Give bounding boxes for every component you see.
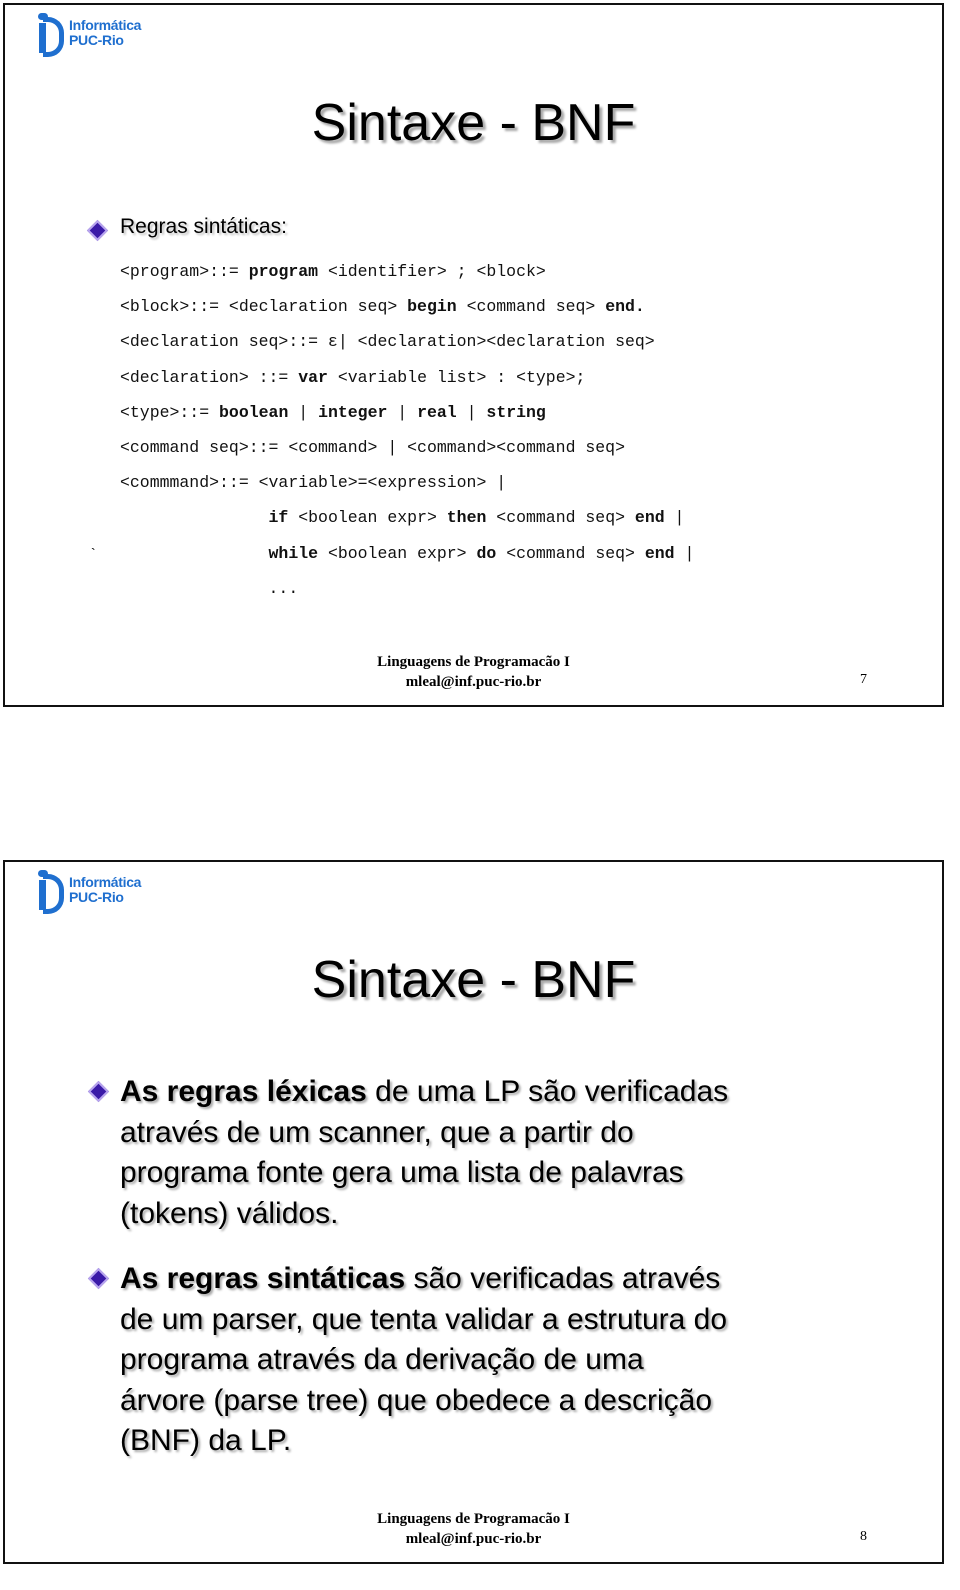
bnf-rule-line: <type>::= boolean | integer | real | str… <box>120 403 546 422</box>
text-segment: <block>::= <declaration seq> <box>120 297 408 317</box>
footer-course: Linguagens de Programacão I <box>377 654 570 670</box>
keyword: do <box>476 543 497 563</box>
text-segment: | <box>288 402 319 422</box>
keyword: string <box>486 402 546 422</box>
footer-email: mleal@inf.puc-rio.br <box>405 674 542 690</box>
text-segment: | <box>664 508 685 528</box>
keyword: if <box>268 508 289 528</box>
bnf-rule-line: <commmand>::= <variable>=<expression> | <box>120 473 506 492</box>
keyword: program <box>248 262 319 281</box>
text-segment: de uma LP são verificadas <box>366 1075 729 1108</box>
logo-line-2: PUC-Rio <box>69 889 124 905</box>
puc-rio-logo-icon <box>37 868 64 914</box>
paragraph-line: As regras léxicas de uma LP são verifica… <box>120 1072 728 1113</box>
text-segment: <type>::= <box>120 402 220 422</box>
keyword: end. <box>605 297 645 317</box>
diamond-bullet-icon <box>87 1080 110 1103</box>
text-segment: <declaration> ::= <box>120 367 299 387</box>
bnf-rule-line: ... <box>120 578 299 598</box>
keyword: real <box>417 402 457 422</box>
text-segment: de um parser, que tenta validar a estrut… <box>120 1302 728 1336</box>
bnf-rule-line: <declaration> ::= var <variable list> : … <box>120 368 585 387</box>
footer: Linguagens de Programacão I mleal@inf.pu… <box>5 652 942 692</box>
subtitle: Regras sintáticas: <box>120 215 287 238</box>
paragraph-line: (BNF) da LP. <box>120 1421 291 1462</box>
keyword: while <box>268 543 319 563</box>
text-segment: através de um scanner, que a partir do <box>120 1115 634 1149</box>
text-segment: (BNF) da LP. <box>120 1424 292 1457</box>
footer-email: mleal@inf.puc-rio.br <box>405 1531 542 1547</box>
logo-line-1: Informática <box>69 874 142 890</box>
keyword: integer <box>318 402 388 422</box>
slide-title: Sintaxe - BNF <box>311 94 636 152</box>
text-segment: <command seq> <box>486 508 635 528</box>
paragraph-line: (tokens) válidos. <box>120 1194 338 1235</box>
logo-line-2: PUC-Rio <box>69 32 124 48</box>
footer-course: Linguagens de Programacão I <box>377 1511 570 1527</box>
keyword: var <box>298 367 328 387</box>
text-segment: (tokens) válidos. <box>120 1196 339 1230</box>
paragraph-line: programa fonte gera uma lista de palavra… <box>120 1153 684 1194</box>
text-segment: programa através da derivação de uma <box>120 1343 644 1376</box>
puc-rio-logo: Informática PUC-Rio <box>37 11 142 57</box>
text-segment: <commmand>::= <variable>=<expression> | <box>120 473 507 493</box>
diamond-bullet-icon <box>87 1267 110 1290</box>
text-segment: <command seq> <box>496 543 645 563</box>
page-number: 8 <box>860 1529 867 1544</box>
bnf-rule-line: while <boolean expr> do <command seq> en… <box>120 543 695 563</box>
keyword: end <box>634 508 665 528</box>
keyword: then <box>446 508 487 528</box>
text-segment <box>120 508 269 527</box>
bnf-rule-line: <command seq>::= <command> | <command><c… <box>120 438 625 457</box>
paragraph-line: de um parser, que tenta validar a estrut… <box>120 1300 727 1341</box>
text-segment: <variable list> : <type>; <box>327 367 586 387</box>
text-segment: <identifier> ; <block> <box>318 262 546 281</box>
text-segment: | <box>456 402 487 422</box>
puc-rio-logo-icon <box>37 11 64 57</box>
puc-rio-logo: Informática PUC-Rio <box>37 868 142 914</box>
paragraph-line: através de um scanner, que a partir do <box>120 1113 634 1154</box>
logo-line-1: Informática <box>69 17 142 33</box>
diamond-bullet-icon <box>86 219 109 242</box>
text-segment: <program>::= <box>120 262 249 281</box>
text-segment: <command seq>::= <command> | <command><c… <box>120 438 625 457</box>
text-segment: árvore (parse tree) que obedece a descri… <box>120 1383 713 1417</box>
keyword: boolean <box>219 402 289 422</box>
text-segment: | <box>387 402 418 422</box>
footer: Linguagens de Programacão I mleal@inf.pu… <box>5 1509 942 1549</box>
bnf-rule-line: <block>::= <declaration seq> begin <comm… <box>120 297 645 316</box>
text-segment: <boolean expr> <box>288 508 447 528</box>
slide-7: Informática PUC-Rio Sintaxe - BNF Regras … <box>3 3 944 707</box>
slide-8: Informática PUC-Rio Sintaxe - BNF As regr… <box>3 860 944 1564</box>
paragraph-line: programa através da derivação de uma <box>120 1340 644 1381</box>
paragraph-line: árvore (parse tree) que obedece a descri… <box>120 1381 712 1422</box>
text-segment: | <box>674 543 695 563</box>
stray-mark: ` <box>91 545 96 561</box>
slide-title: Sintaxe - BNF <box>311 951 636 1009</box>
text-segment: programa fonte gera uma lista de palavra… <box>120 1156 684 1189</box>
text-segment: ... <box>120 578 299 598</box>
keyword: As regras léxicas <box>120 1075 367 1108</box>
bnf-rule-line: <declaration seq>::= ε| <declaration><de… <box>120 332 655 351</box>
text-segment: <boolean expr> <box>318 543 477 563</box>
keyword: begin <box>407 297 457 317</box>
text-segment <box>120 544 269 563</box>
bnf-rule-line: if <boolean expr> then <command seq> end… <box>120 508 685 528</box>
bnf-rule-line: <program>::= program <identifier> ; <blo… <box>120 262 546 281</box>
keyword: As regras sintáticas <box>120 1262 406 1295</box>
page-number: 7 <box>860 672 867 687</box>
text-segment: <command seq> <box>456 297 606 317</box>
keyword: end <box>644 543 675 563</box>
text-segment: são verificadas através <box>405 1262 721 1295</box>
paragraph-line: As regras sintáticas são verificadas atr… <box>120 1259 720 1300</box>
text-segment: <declaration seq>::= ε| <declaration><de… <box>120 332 655 352</box>
